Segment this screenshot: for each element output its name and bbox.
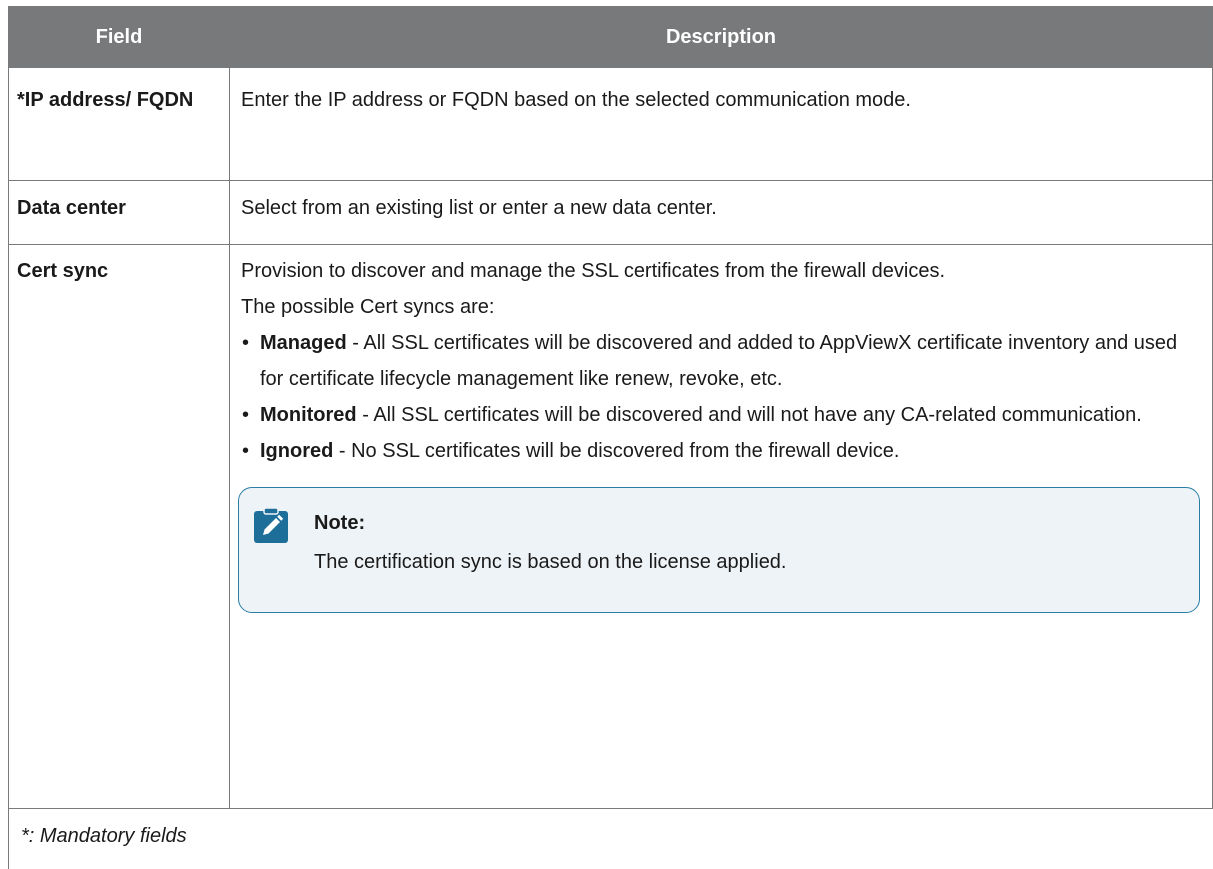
table-row-cert-sync: Cert sync Provision to discover and mana… <box>8 244 1213 809</box>
field-description-ip-address: Enter the IP address or FQDN based on th… <box>229 68 1213 181</box>
cert-sync-intro: Provision to discover and manage the SSL… <box>241 259 946 282</box>
bullet-marker: • <box>242 403 250 426</box>
list-item-monitored: • Monitored - All SSL certificates will b… <box>241 397 1202 433</box>
note-callout: Note: The certification sync is based on… <box>238 486 1200 613</box>
header-description: Description <box>229 6 1213 68</box>
field-description-cert-sync: Provision to discover and manage the SSL… <box>229 244 1213 809</box>
table-row-data-center: Data center Select from an existing list… <box>8 180 1213 245</box>
header-field: Field <box>8 6 230 68</box>
bullet-marker: • <box>242 331 250 354</box>
table-header-row: Field Description <box>8 6 1213 68</box>
option-text-ignored: - No SSL certificates will be discovered… <box>333 439 900 462</box>
list-item-ignored: • Ignored - No SSL certificates will be d… <box>241 433 1202 469</box>
option-text-managed: - All SSL certificates will be discovere… <box>260 331 1178 390</box>
option-text-monitored: - All SSL certificates will be discovere… <box>356 403 1142 426</box>
field-name-cert-sync: Cert sync <box>8 244 230 809</box>
table-row-ip-address: *IP address/ FQDN Enter the IP address o… <box>8 68 1213 181</box>
table-footnote-row: *: Mandatory fields <box>8 808 1213 869</box>
field-name-data-center: Data center <box>8 180 230 245</box>
option-term-managed: Managed <box>260 331 347 354</box>
fields-table: Field Description *IP address/ FQDN Ente… <box>8 6 1213 809</box>
bullet-marker: • <box>242 439 250 462</box>
field-name-ip-address: *IP address/ FQDN <box>8 68 230 181</box>
field-description-data-center: Select from an existing list or enter a … <box>229 180 1213 245</box>
option-term-ignored: Ignored <box>260 439 334 462</box>
mandatory-fields-footnote: *: Mandatory fields <box>21 825 187 847</box>
option-term-monitored: Monitored <box>260 403 357 426</box>
list-item-managed: • Managed - All SSL certificates will be … <box>241 325 1202 397</box>
pencil-note-icon <box>254 507 288 543</box>
note-body: The certification sync is based on the l… <box>314 550 787 573</box>
note-title: Note: <box>314 511 366 534</box>
cert-sync-options-intro: The possible Cert syncs are: <box>241 295 495 318</box>
